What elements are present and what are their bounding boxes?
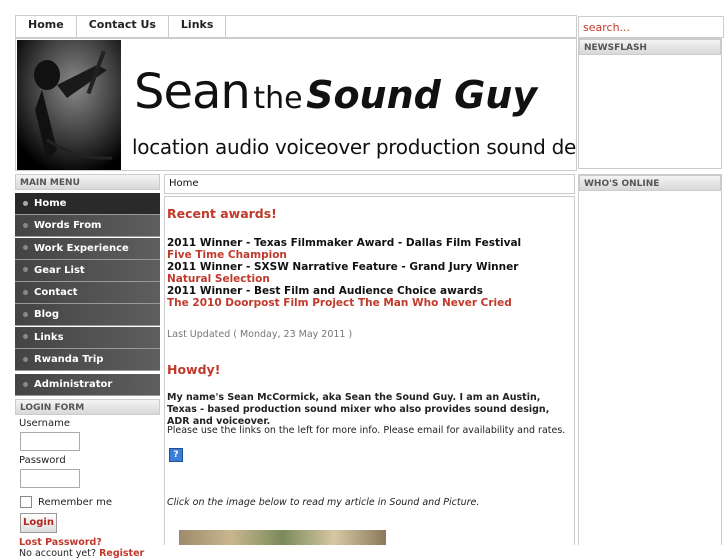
awards-list: 2011 Winner - Texas Filmmaker Award - Da… — [167, 237, 521, 309]
menu-item-blog[interactable]: Blog — [15, 304, 160, 327]
title-sean: Sean — [134, 64, 251, 120]
logo-photo — [17, 40, 121, 170]
search-input[interactable] — [583, 18, 719, 36]
remember-me-row: Remember me — [20, 496, 160, 509]
top-navigation: Home Contact Us Links — [15, 15, 577, 38]
award-3-film: The 2010 Doorpost Film Project The Man W… — [167, 297, 512, 309]
bullet-icon — [23, 381, 28, 387]
menu-label: Blog — [34, 309, 60, 321]
bullet-icon — [23, 245, 28, 251]
menu-item-contact[interactable]: Contact — [15, 282, 160, 305]
main-menu-heading: MAIN MENU — [15, 174, 160, 190]
no-account-label: No account yet? — [19, 548, 97, 559]
remember-me-label: Remember me — [38, 496, 112, 508]
menu-label: Contact — [34, 287, 78, 299]
menu-label: Work Experience — [34, 242, 129, 254]
bullet-icon — [23, 356, 28, 362]
menu-item-gear-list[interactable]: Gear List — [15, 259, 160, 282]
bullet-icon — [23, 311, 28, 317]
remember-me-checkbox[interactable] — [20, 496, 32, 509]
left-column: MAIN MENU Home Words From Colleagues Wor… — [15, 174, 160, 559]
no-account-text: No account yet? Register — [19, 548, 160, 559]
nav-links-link[interactable]: Links — [169, 16, 227, 37]
nav-home-link[interactable]: Home — [16, 16, 77, 37]
menu-label: Administrator — [34, 379, 113, 391]
password-label: Password — [19, 455, 66, 467]
menu-item-work-experience[interactable]: Work Experience — [15, 237, 160, 260]
award-3: 2011 Winner - Best Film and Audience Cho… — [167, 285, 483, 297]
nav-contact-us-link[interactable]: Contact Us — [77, 16, 169, 37]
bullet-icon — [23, 200, 28, 206]
recent-awards-title: Recent awards! — [167, 206, 277, 221]
newsflash-heading: NEWSFLASH — [579, 39, 721, 55]
award-2-film: Natural Selection — [167, 273, 270, 285]
site-title: Sean the Sound Guy — [134, 64, 537, 120]
sound-guy-silhouette-icon — [17, 40, 121, 170]
newsflash-module: NEWSFLASH — [578, 38, 722, 169]
password-field[interactable] — [20, 469, 80, 489]
bullet-icon — [23, 222, 28, 228]
menu-label: Links — [34, 331, 64, 343]
menu-item-home[interactable]: Home — [15, 193, 160, 215]
main-content: Recent awards! 2011 Winner - Texas Filmm… — [164, 196, 575, 545]
menu-item-rwanda-trip[interactable]: Rwanda Trip — [15, 349, 160, 372]
username-field[interactable] — [20, 432, 80, 452]
article-image[interactable] — [179, 530, 386, 545]
title-sound-guy: Sound Guy — [306, 73, 538, 117]
login-form-heading: LOGIN FORM — [15, 399, 160, 416]
bullet-icon — [23, 267, 28, 273]
links-note: Please use the links on the left for mor… — [167, 425, 566, 436]
whos-online-heading: WHO'S ONLINE — [579, 175, 721, 191]
lost-password-link[interactable]: Lost Password? — [19, 537, 160, 548]
intro-paragraph: My name's Sean McCormick, aka Sean the S… — [167, 392, 550, 427]
click-note: Click on the image below to read my arti… — [167, 497, 480, 508]
menu-item-administrator[interactable]: Administrator — [15, 374, 160, 397]
whos-online-module: WHO'S ONLINE — [578, 174, 722, 545]
menu-item-links[interactable]: Links — [15, 326, 160, 349]
award-2: 2011 Winner - SXSW Narrative Feature - G… — [167, 261, 519, 273]
howdy-title: Howdy! — [167, 362, 221, 377]
site-tagline: location audio voiceover production soun… — [132, 135, 577, 159]
menu-item-words-from-colleagues[interactable]: Words From Colleagues — [15, 215, 160, 253]
help-icon[interactable]: ? — [169, 448, 183, 462]
menu-label: Rwanda Trip — [34, 354, 104, 366]
award-1-film: Five Time Champion — [167, 249, 287, 261]
site-header: Sean the Sound Guy location audio voiceo… — [15, 38, 577, 171]
last-updated: Last Updated ( Monday, 23 May 2011 ) — [167, 329, 353, 340]
menu-label: Gear List — [34, 264, 85, 276]
title-the: the — [253, 81, 303, 116]
register-link[interactable]: Register — [99, 548, 144, 559]
award-1: 2011 Winner - Texas Filmmaker Award - Da… — [167, 237, 522, 249]
login-button[interactable]: Login — [20, 513, 57, 534]
search-box — [578, 16, 724, 38]
breadcrumb[interactable]: Home — [164, 174, 575, 194]
bullet-icon — [23, 334, 28, 340]
username-label: Username — [19, 418, 70, 430]
menu-label: Home — [34, 198, 67, 209]
bullet-icon — [23, 289, 28, 295]
